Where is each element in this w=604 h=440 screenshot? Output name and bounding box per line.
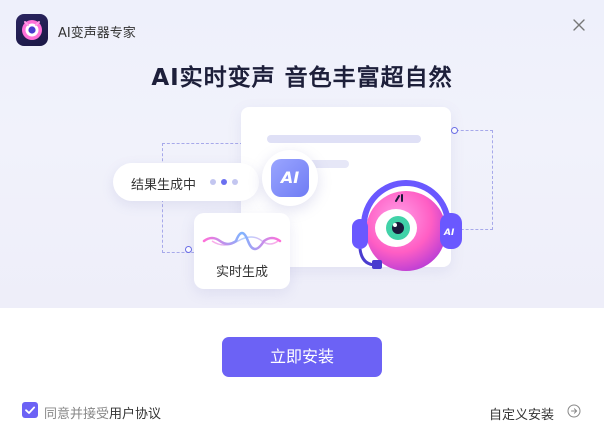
svg-text:AI: AI <box>443 228 455 238</box>
arrow-right-circle-icon[interactable] <box>567 404 581 418</box>
custom-install-link[interactable]: 自定义安装 <box>489 404 554 423</box>
hero-headline: AI实时变声 音色丰富超自然 <box>151 65 453 91</box>
agreement-prefix: 同意并接受 <box>44 407 110 422</box>
checkmark-icon <box>25 406 36 414</box>
waveform-card: 实时生成 <box>194 213 290 289</box>
status-pill-label: 结果生成中 <box>131 178 197 193</box>
connector-dot <box>451 127 458 134</box>
waveform-label: 实时生成 <box>215 265 268 280</box>
progress-dot <box>221 179 227 185</box>
progress-dot <box>232 179 238 185</box>
app-title: AI变声器专家 <box>58 26 136 41</box>
close-icon <box>573 19 585 31</box>
close-button[interactable] <box>568 14 590 36</box>
app-logo-icon <box>16 14 48 46</box>
ai-badge-circle: AI <box>262 150 318 206</box>
hero-banner: AI变声器专家 AI实时变声 音色丰富超自然 结果生成中 AI 实时生成 AI <box>0 0 604 308</box>
waveform-icon <box>202 231 282 251</box>
install-now-button[interactable]: 立即安装 <box>222 337 382 377</box>
agreement-text: 同意并接受用户协议 <box>44 403 161 422</box>
user-agreement-link[interactable]: 用户协议 <box>109 407 161 422</box>
ai-badge-icon: AI <box>271 159 309 197</box>
connector-dot <box>185 246 192 253</box>
agree-checkbox[interactable] <box>22 402 38 418</box>
mascot-headphones-icon: AI <box>352 180 462 271</box>
progress-dot <box>210 179 216 185</box>
installer-window: AI变声器专家 AI实时变声 音色丰富超自然 结果生成中 AI 实时生成 AI … <box>0 0 604 440</box>
status-pill: 结果生成中 <box>113 163 259 201</box>
hero-illustration: 结果生成中 AI 实时生成 AI <box>0 95 604 308</box>
placeholder-bar <box>267 135 421 143</box>
